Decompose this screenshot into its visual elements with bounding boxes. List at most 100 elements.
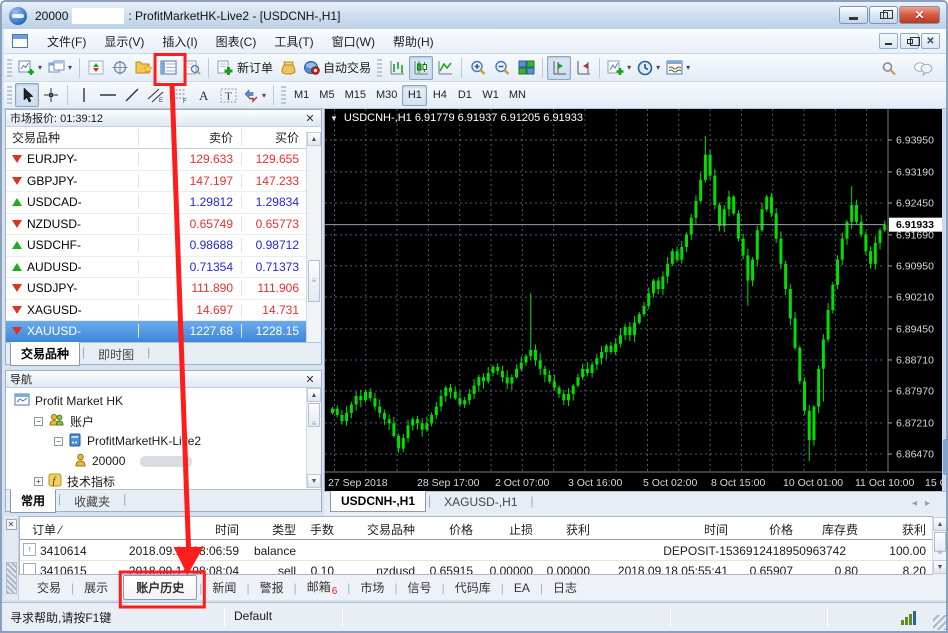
timeframe-m15-button[interactable]: M15: [340, 85, 371, 106]
toolbar-symbols-toggle-button[interactable]: [84, 56, 108, 80]
dropdown-caret-icon[interactable]: ▾: [38, 63, 42, 72]
toolbar-tile-windows-button[interactable]: [514, 56, 538, 80]
timeframe-m1-button[interactable]: M1: [289, 85, 314, 106]
search-icon[interactable]: [877, 56, 901, 80]
menu-窗口W[interactable]: 窗口(W): [323, 30, 384, 53]
toolbar-text-button[interactable]: A: [192, 83, 216, 107]
market-watch-tab-1[interactable]: 交易品种: [10, 342, 80, 366]
market-watch-scrollbar[interactable]: ▲ ▼: [306, 132, 321, 364]
child-close-button[interactable]: ✕: [921, 33, 940, 49]
menu-显示V[interactable]: 显示(V): [95, 30, 153, 53]
toolbar-templates-button[interactable]: ▾: [663, 56, 693, 80]
market-watch-row-usdchf[interactable]: USDCHF-0.986880.98712: [6, 235, 308, 257]
toolbar-cursor-button[interactable]: [15, 83, 39, 107]
column-header-2[interactable]: 时间: [215, 521, 239, 538]
toolbar-shapes-button[interactable]: ▾: [240, 83, 269, 107]
expand-icon[interactable]: +: [34, 477, 43, 486]
toolbar-grip[interactable]: [377, 59, 382, 77]
navigator-item-20000[interactable]: 20000: [8, 451, 319, 471]
toolbar-indicators-button[interactable]: ▾: [604, 56, 634, 80]
terminal-tab-t2-展示[interactable]: 展示: [76, 576, 116, 599]
toolbar-periods-button[interactable]: ▾: [634, 56, 663, 80]
toolbar-vertical-line-button[interactable]: [72, 83, 96, 107]
terminal-tab-t11-日志[interactable]: 日志: [545, 576, 585, 599]
toolbar-favorites-button[interactable]: [132, 56, 156, 80]
toolbar-chart-shift-button[interactable]: [547, 56, 571, 80]
dropdown-caret-icon[interactable]: ▾: [627, 63, 631, 72]
toolbar-autotrading-button[interactable]: 自动交易: [300, 56, 374, 80]
toolbar-fibonacci-button[interactable]: F: [168, 83, 192, 107]
tab-scroll-arrows-icon[interactable]: ◂▸: [912, 498, 938, 509]
toolbar-auto-scroll-button[interactable]: [571, 56, 595, 80]
menu-文件F[interactable]: 文件(F): [38, 30, 95, 53]
market-watch-row-eurjpy[interactable]: EURJPY-129.633129.655: [6, 149, 308, 171]
column-header-9[interactable]: 时间: [704, 521, 728, 538]
scrollbar-thumb[interactable]: [934, 532, 946, 552]
timeframe-d1-button[interactable]: D1: [452, 85, 477, 106]
navigator-item-技术指标[interactable]: +f技术指标: [8, 471, 319, 491]
terminal-tab-t8-信号[interactable]: 信号: [400, 576, 440, 599]
column-header-3[interactable]: 类型: [272, 521, 296, 538]
navigator-tab-2[interactable]: 收藏夹: [63, 490, 121, 514]
terminal-grip-icon[interactable]: [6, 562, 17, 594]
chart-tab-usdcnh[interactable]: USDCNH-,H1: [330, 491, 426, 512]
toolbar-profiles-button[interactable]: ▾: [45, 56, 75, 80]
terminal-tab-t9-代码库[interactable]: 代码库: [447, 576, 499, 599]
terminal-tab-t7-市场[interactable]: 市场: [352, 576, 392, 599]
toolbar-zoom-in-button[interactable]: [466, 56, 490, 80]
toolbar-data-window-button[interactable]: [180, 56, 204, 80]
restore-button[interactable]: [869, 6, 898, 24]
market-watch-tab-2[interactable]: 即时图: [87, 343, 145, 367]
navigator-close-icon[interactable]: ✕: [303, 373, 317, 386]
terminal-tab-t6-邮箱[interactable]: 邮箱6: [299, 575, 346, 600]
timeframe-m5-button[interactable]: M5: [314, 85, 339, 106]
timeframe-w1-button[interactable]: W1: [477, 85, 504, 106]
toolbar-candle-chart-button[interactable]: [409, 56, 433, 80]
collapse-icon[interactable]: −: [34, 417, 43, 426]
navigator-scrollbar[interactable]: ▲ ▼: [306, 388, 321, 488]
column-header-1[interactable]: 订单 ∕: [32, 521, 61, 538]
timeframe-mn-button[interactable]: MN: [504, 85, 531, 106]
title-bar[interactable]: 20000 : ProfitMarketHK-Live2 - [USDCNH-,…: [2, 2, 946, 29]
column-header-5[interactable]: 交易品种: [367, 521, 415, 538]
dropdown-caret-icon[interactable]: ▾: [686, 63, 690, 72]
terminal-tab-t1-交易[interactable]: 交易: [29, 576, 69, 599]
child-restore-button[interactable]: [900, 33, 919, 49]
toolbar-trend-line-button[interactable]: [120, 83, 144, 107]
community-chat-icon[interactable]: [911, 56, 936, 80]
dropdown-caret-icon[interactable]: ▾: [68, 63, 72, 72]
navigator-item-profitmarkethk-live2[interactable]: −ProfitMarketHK-Live2: [8, 431, 319, 451]
chart-dropdown-icon[interactable]: ▼: [330, 114, 338, 123]
toolbar-grip[interactable]: [281, 86, 286, 104]
chart-tab-xagusd[interactable]: XAGUSD-,H1: [433, 492, 528, 513]
menu-帮助H[interactable]: 帮助(H): [384, 30, 443, 53]
scrollbar-thumb[interactable]: [308, 403, 320, 427]
scroll-down-icon[interactable]: ▼: [933, 560, 947, 574]
toolbar-channel-button[interactable]: E: [144, 83, 168, 107]
terminal-scrollbar[interactable]: ▲ ▼: [932, 517, 947, 574]
scroll-down-icon[interactable]: ▼: [307, 474, 321, 488]
account-history-table[interactable]: 订单 ∕时间类型手数交易品种价格止损获利时间价格库存费获利↑3410614201…: [19, 516, 933, 575]
terminal-tab-t5-警报[interactable]: 警报: [252, 576, 292, 599]
terminal-tab-t4-新闻[interactable]: 新闻: [204, 576, 244, 599]
toolbar-bar-chart-button[interactable]: [385, 56, 409, 80]
close-button[interactable]: ✕: [899, 6, 940, 24]
toolbar-grip[interactable]: [7, 59, 12, 77]
column-header-6[interactable]: 价格: [449, 521, 473, 538]
toolbar-market-watch-button[interactable]: [156, 56, 180, 80]
toolbar-horizontal-line-button[interactable]: [96, 83, 120, 107]
dropdown-caret-icon[interactable]: ▾: [656, 63, 660, 72]
toolbar-crosshair-mode-button[interactable]: [108, 56, 132, 80]
terminal-close-icon[interactable]: ✕: [6, 519, 17, 530]
timeframe-h4-button[interactable]: H4: [427, 85, 452, 106]
column-header-4[interactable]: 手数: [310, 521, 334, 538]
market-watch-row-gbpjpy[interactable]: GBPJPY-147.197147.233: [6, 171, 308, 193]
chart-window-icon[interactable]: [12, 34, 28, 48]
collapse-icon[interactable]: −: [54, 437, 63, 446]
toolbar-new-order-button[interactable]: 新订单: [213, 56, 276, 80]
column-header-10[interactable]: 价格: [769, 521, 793, 538]
scroll-up-icon[interactable]: ▲: [307, 132, 321, 146]
toolbar-new-chart-button[interactable]: ▾: [15, 56, 45, 80]
status-profile[interactable]: Default: [234, 609, 272, 623]
column-header-8[interactable]: 获利: [566, 521, 590, 538]
